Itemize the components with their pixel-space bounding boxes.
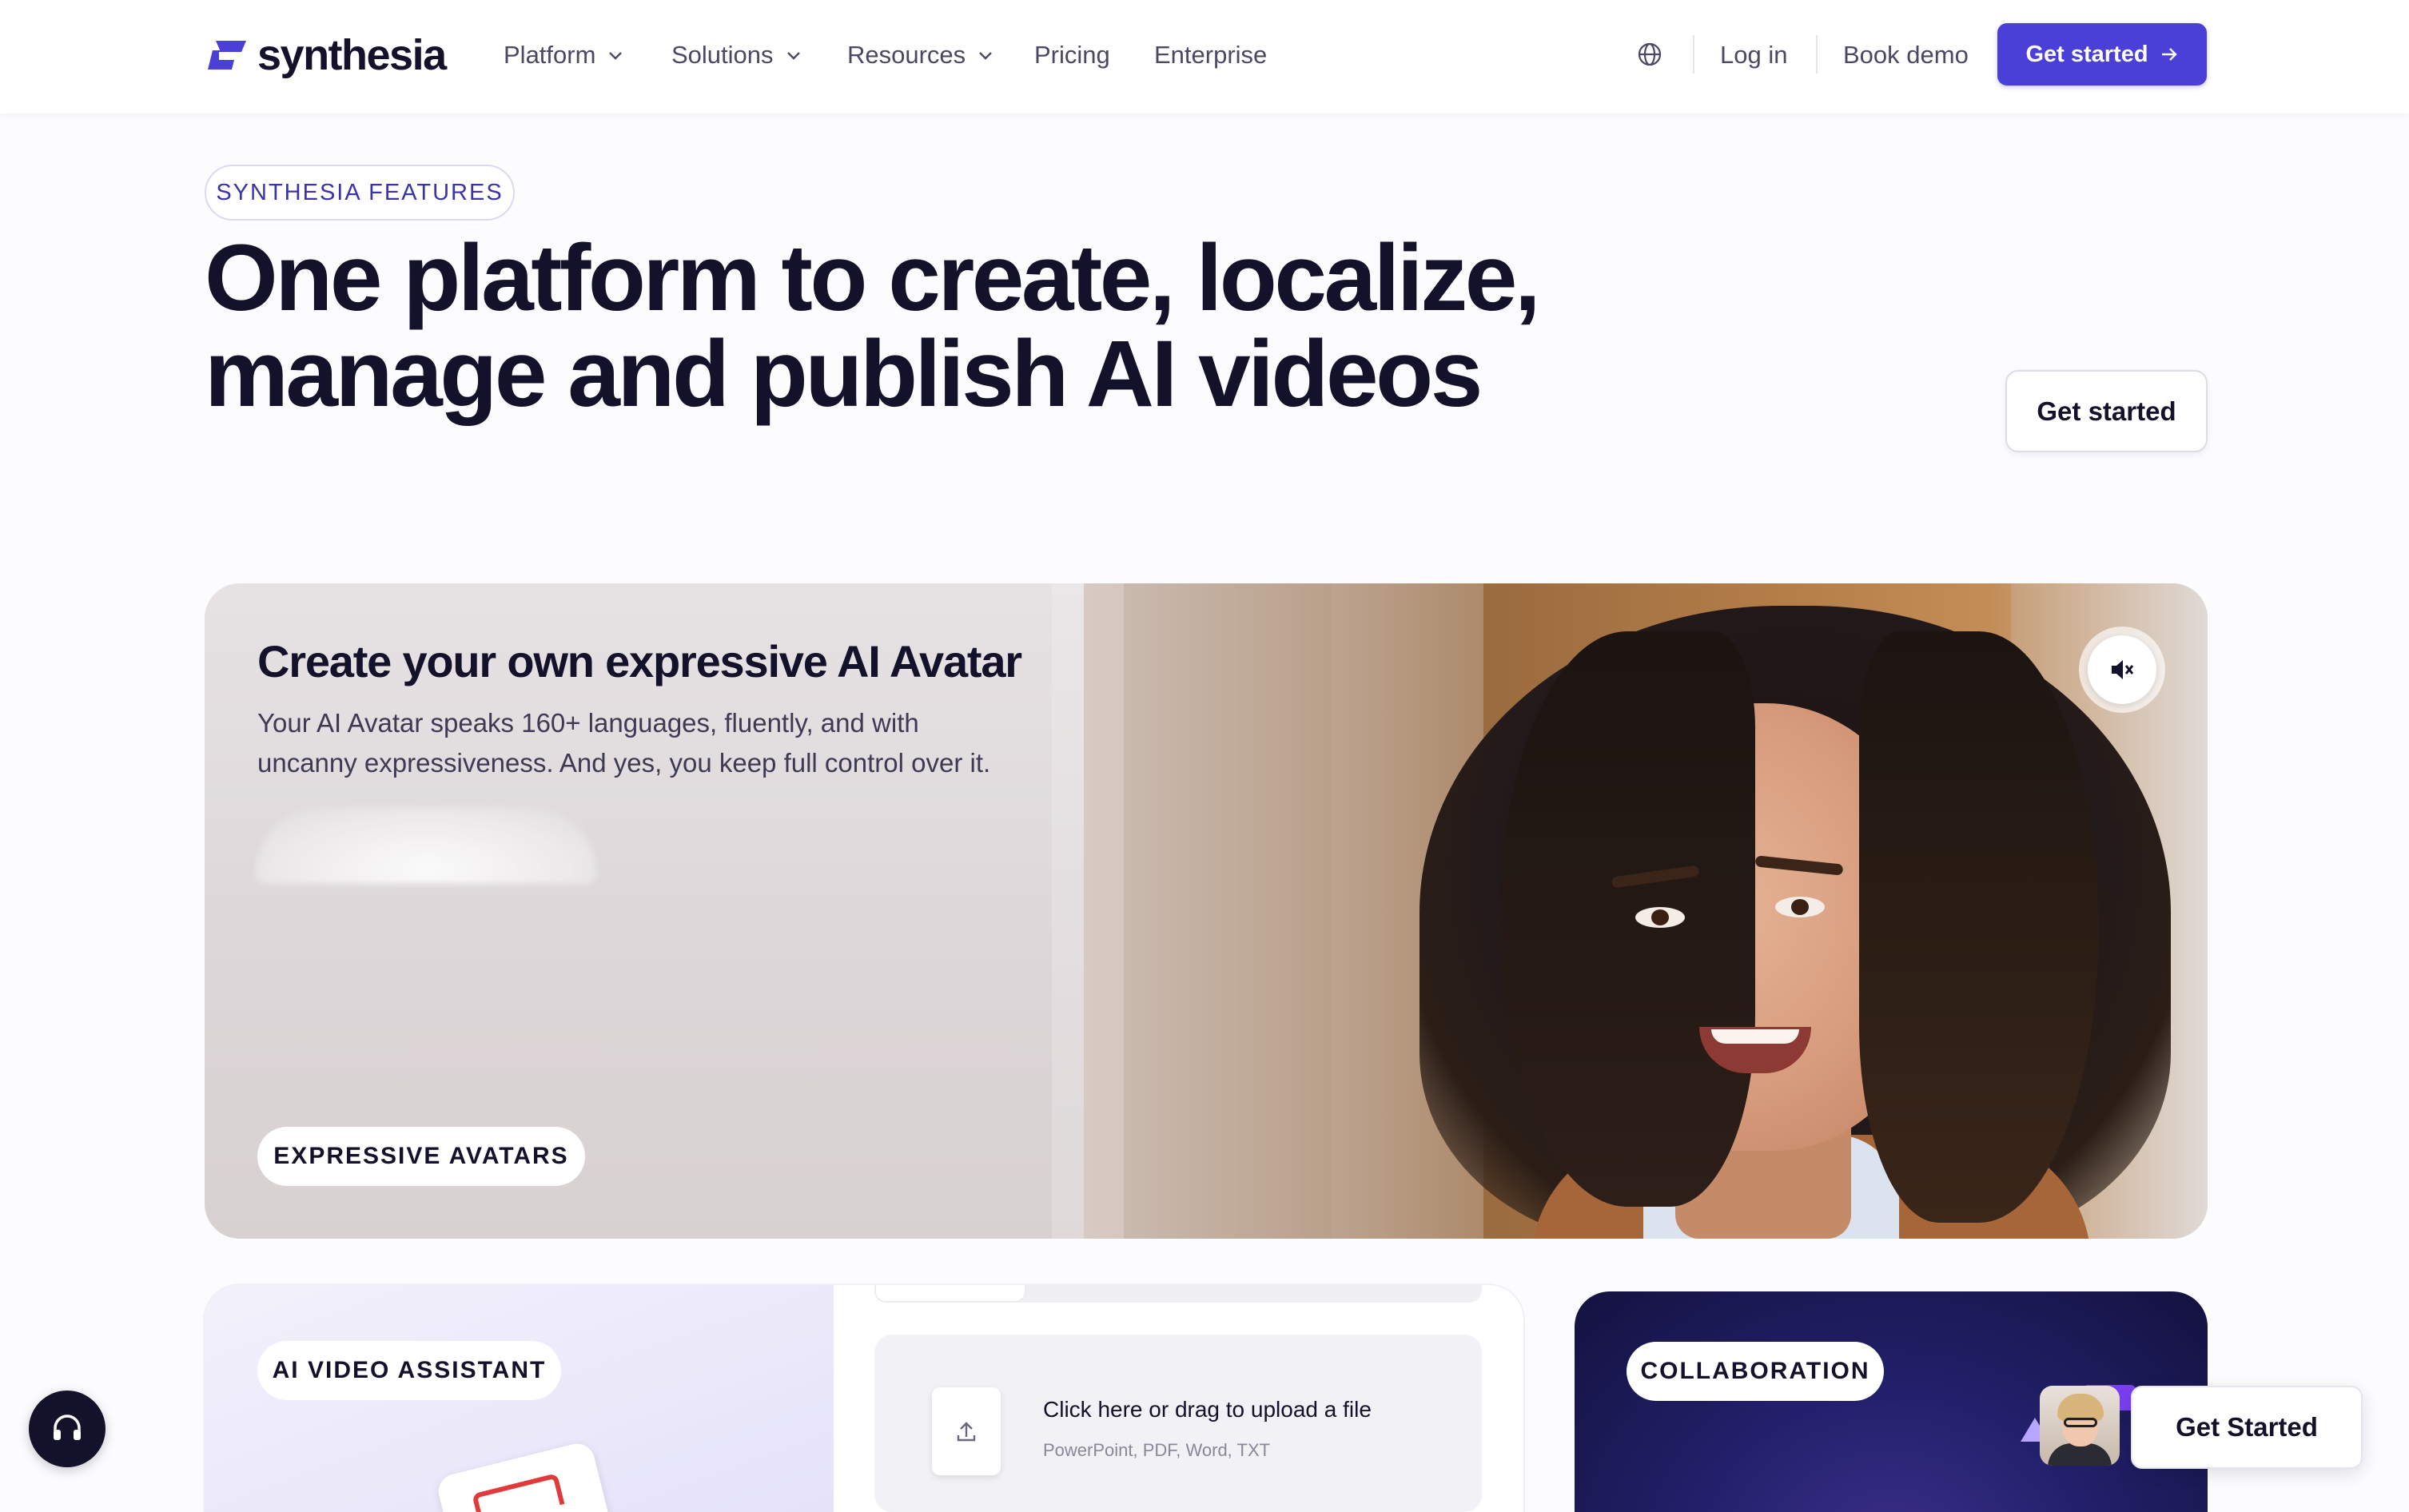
background-panel xyxy=(1124,583,1332,1239)
mute-toggle-button[interactable] xyxy=(2079,627,2165,713)
headset-icon xyxy=(54,1415,81,1440)
book-demo-link[interactable]: Book demo xyxy=(1843,35,1969,75)
brand-name: synthesia xyxy=(257,31,447,79)
nav-pricing-label: Pricing xyxy=(1034,41,1110,69)
nav-solutions-label: Solutions xyxy=(671,41,774,69)
avatar-hair xyxy=(1859,631,2099,1223)
avatar-hair xyxy=(2057,1394,2104,1421)
avatar-card-description-line-2: uncanny expressiveness. And yes, you kee… xyxy=(257,748,991,778)
collaboration-chip: COLLABORATION xyxy=(1627,1342,1884,1401)
login-label: Log in xyxy=(1720,41,1788,69)
upload-icon xyxy=(957,1422,976,1442)
login-link[interactable]: Log in xyxy=(1720,35,1787,75)
upload-file-icon xyxy=(932,1387,1001,1475)
chevron-down-icon xyxy=(609,52,623,60)
nav-enterprise[interactable]: Enterprise xyxy=(1154,35,1267,75)
lamp-shade xyxy=(256,807,596,884)
avatar-card-description-line-1: Your AI Avatar speaks 160+ languages, fl… xyxy=(257,708,919,738)
avatar-eye xyxy=(1775,897,1825,917)
decorative-shape xyxy=(472,1473,565,1512)
synthesia-logo-icon xyxy=(205,38,249,73)
expressive-avatar-card[interactable]: Create your own expressive AI Avatar You… xyxy=(205,583,2208,1239)
page-title: One platform to create, localize, manage… xyxy=(205,230,1563,422)
features-eyebrow-badge: SYNTHESIA FEATURES xyxy=(205,165,515,221)
avatar-glasses xyxy=(2064,1418,2097,1427)
nav-pricing[interactable]: Pricing xyxy=(1034,35,1110,75)
nav-solutions[interactable]: Solutions xyxy=(671,35,802,75)
ai-video-assistant-chip: AI VIDEO ASSISTANT xyxy=(257,1341,561,1400)
background-panel xyxy=(1052,583,1124,1239)
expressive-avatars-chip: EXPRESSIVE AVATARS xyxy=(257,1127,585,1186)
nav-platform-label: Platform xyxy=(504,41,596,69)
upload-file-types: PowerPoint, PDF, Word, TXT xyxy=(1043,1440,1271,1460)
avatar-card-title: Create your own expressive AI Avatar xyxy=(257,636,1022,686)
collaborator-avatar xyxy=(2040,1386,2120,1466)
get-started-button[interactable]: Get started xyxy=(1997,23,2207,86)
nav-resources[interactable]: Resources xyxy=(847,35,994,75)
globe-icon[interactable] xyxy=(1637,42,1662,67)
upload-instruction: Click here or drag to upload a file xyxy=(1043,1397,1372,1422)
page-title-line-2: manage and publish AI videos xyxy=(205,321,1483,427)
floating-get-started-button[interactable]: Get Started xyxy=(2131,1386,2363,1469)
speaker-muted-icon xyxy=(2112,660,2134,679)
avatar-body xyxy=(2048,1443,2112,1466)
avatar-card-description: Your AI Avatar speaks 160+ languages, fl… xyxy=(257,703,1057,783)
nav-divider xyxy=(1693,35,1694,74)
avatar-teeth xyxy=(1711,1029,1799,1044)
nav-enterprise-label: Enterprise xyxy=(1154,41,1268,69)
page-title-line-1: One platform to create, localize, xyxy=(205,225,1541,331)
top-nav: synthesia Platform Solutions Resources P… xyxy=(0,0,2409,113)
book-demo-label: Book demo xyxy=(1843,41,1969,69)
avatar-hair xyxy=(1499,631,1755,1207)
avatar-eye xyxy=(1635,907,1685,928)
chevron-down-icon xyxy=(786,52,800,60)
get-started-label: Get started xyxy=(2025,41,2148,67)
upload-tab[interactable] xyxy=(874,1285,1026,1303)
chevron-down-icon xyxy=(979,52,993,60)
arrow-right-icon xyxy=(2161,48,2177,61)
hero-get-started-button[interactable]: Get started xyxy=(2005,370,2208,452)
nav-resources-label: Resources xyxy=(847,41,966,69)
mute-button-face xyxy=(2088,635,2156,704)
support-chat-button[interactable] xyxy=(29,1391,106,1467)
nav-divider xyxy=(1816,35,1818,74)
synthesia-logo[interactable]: synthesia xyxy=(205,30,447,80)
nav-platform[interactable]: Platform xyxy=(504,35,624,75)
